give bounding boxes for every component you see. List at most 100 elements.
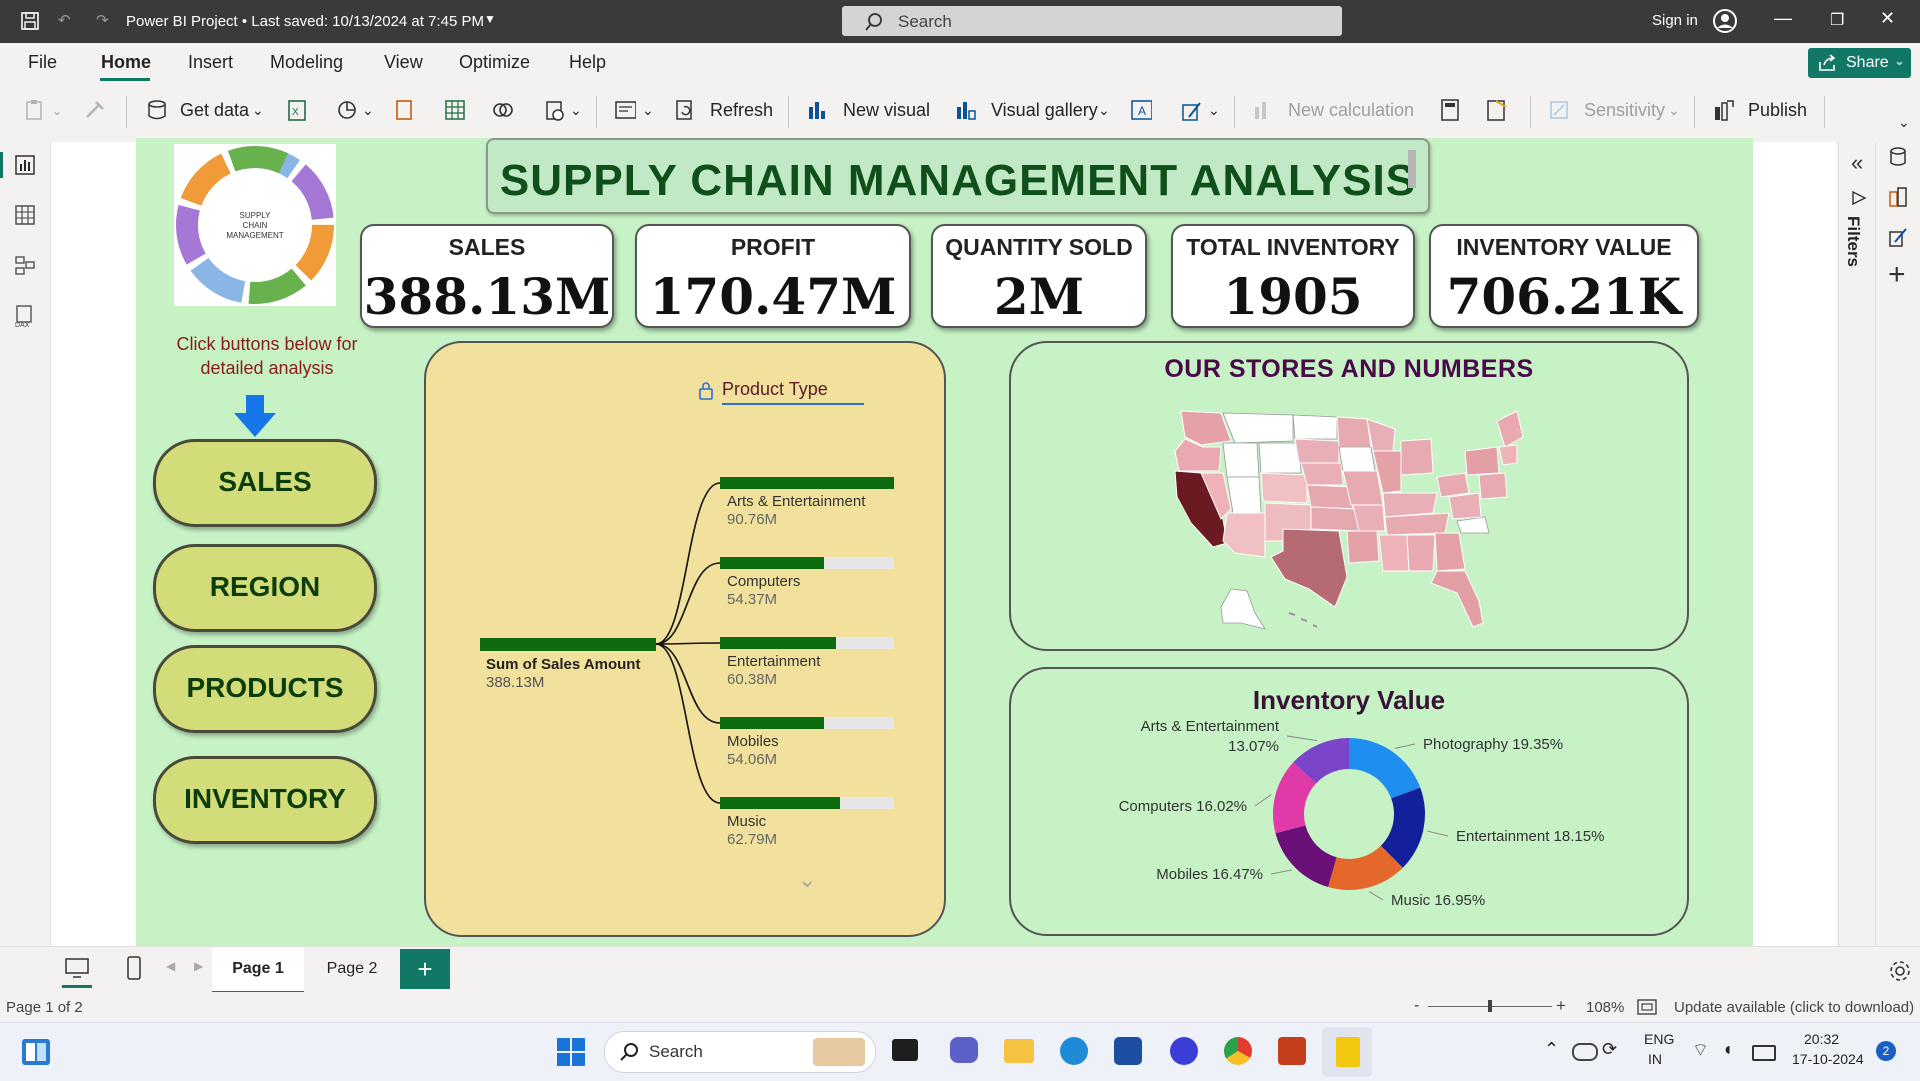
table-view-icon[interactable] [14, 204, 36, 226]
get-data-chevron-icon[interactable]: ⌄ [252, 102, 264, 119]
zoom-in-icon[interactable]: + [1556, 996, 1566, 1016]
close-icon[interactable]: ✕ [1880, 8, 1895, 29]
products-nav-button[interactable]: PRODUCTS [153, 645, 377, 733]
prev-page-icon[interactable]: ◀ [166, 959, 175, 973]
share-button[interactable]: Share ⌄ [1808, 48, 1911, 78]
app-launcher-icon[interactable] [1170, 1037, 1198, 1065]
excel-icon[interactable]: X [286, 99, 308, 121]
more-visuals-chevron-icon[interactable]: ⌄ [1208, 102, 1220, 119]
recent-sources-icon[interactable] [492, 99, 514, 121]
decomposition-bar-track[interactable] [720, 477, 894, 489]
refresh-icon[interactable] [674, 99, 696, 121]
menu-optimize[interactable]: Optimize [459, 52, 530, 73]
format-pane-icon[interactable] [1887, 226, 1909, 248]
title-dropdown-icon[interactable]: ▼ [484, 12, 496, 26]
dax-query-view-icon[interactable]: DAX [14, 304, 36, 328]
dataverse-icon[interactable] [394, 99, 416, 121]
teams-icon[interactable] [950, 1037, 978, 1063]
filter-funnel-icon[interactable] [1851, 190, 1867, 206]
new-visual-button[interactable]: New visual [843, 100, 930, 121]
account-icon[interactable] [1712, 8, 1738, 34]
onelake-chevron-icon[interactable]: ⌄ [362, 102, 374, 119]
donut-slice[interactable] [1349, 738, 1421, 799]
quick-measure-icon[interactable] [1486, 99, 1508, 121]
inventory-value-donut-visual[interactable]: Inventory Value Photography 19.35% Entert… [1009, 667, 1689, 936]
ribbon-collapse-icon[interactable]: ⌄ [1898, 114, 1910, 131]
format-painter-icon[interactable] [84, 99, 106, 121]
undo-icon[interactable]: ↶ [58, 11, 71, 29]
update-available-link[interactable]: Update available (click to download) [1674, 999, 1914, 1016]
decomposition-bar-track[interactable] [720, 797, 894, 809]
donut-chart[interactable]: Photography 19.35% Entertainment 18.15% Mu… [1011, 669, 1687, 934]
sales-nav-button[interactable]: SALES [153, 439, 377, 527]
collapse-filters-icon[interactable]: « [1851, 150, 1863, 176]
powerpoint-icon[interactable] [1278, 1037, 1306, 1065]
chrome-icon[interactable] [1224, 1037, 1252, 1065]
transform-chevron-icon[interactable]: ⌄ [570, 102, 582, 119]
sync-icon[interactable]: ⟳ [1602, 1039, 1617, 1060]
store-icon[interactable] [1114, 1037, 1142, 1065]
redo-icon[interactable]: ↷ [96, 11, 109, 29]
more-visuals-icon[interactable] [1180, 99, 1202, 121]
menu-modeling[interactable]: Modeling [270, 52, 343, 73]
minimize-icon[interactable]: — [1774, 8, 1792, 29]
us-states-filled-map[interactable] [1161, 401, 1541, 641]
paste-chevron-icon[interactable]: ⌄ [52, 104, 62, 118]
decomposition-bar-track[interactable] [720, 557, 894, 569]
text-box-chevron-icon[interactable]: ⌄ [642, 102, 654, 119]
zoom-slider-thumb[interactable] [1488, 1000, 1492, 1012]
get-data-button[interactable]: Get data [180, 100, 249, 121]
page-tab-1[interactable]: Page 1 [212, 947, 304, 994]
edge-icon[interactable] [1060, 1037, 1088, 1065]
donut-slice[interactable] [1275, 825, 1337, 888]
page-tab-2[interactable]: Page 2 [306, 947, 398, 991]
next-page-icon[interactable]: ▶ [194, 959, 203, 973]
notification-badge[interactable]: 2 [1876, 1041, 1896, 1061]
new-visual-icon[interactable] [806, 99, 828, 121]
visual-gallery-icon[interactable] [954, 99, 976, 121]
data-pane-icon[interactable] [1887, 146, 1909, 168]
language-top[interactable]: ENG [1644, 1031, 1674, 1047]
add-page-button[interactable]: + [400, 949, 450, 989]
windows-start-icon[interactable] [556, 1037, 586, 1067]
battery-icon[interactable] [1752, 1045, 1776, 1061]
decomposition-bar-track[interactable] [720, 717, 894, 729]
wifi-icon[interactable]: ⌔ [1692, 1039, 1709, 1062]
menu-file[interactable]: File [28, 52, 57, 73]
model-view-icon[interactable] [14, 254, 36, 276]
onedrive-icon[interactable] [1572, 1043, 1598, 1061]
tray-chevron-icon[interactable]: ⌃ [1544, 1039, 1559, 1060]
report-view-icon[interactable] [14, 154, 36, 176]
task-view-icon[interactable] [892, 1039, 918, 1061]
search-box[interactable]: Search [842, 6, 1342, 36]
decomposition-tree-visual[interactable]: Product Type Sum of Sales Amount 388.13M… [424, 341, 946, 937]
taskbar-search-box[interactable]: Search [604, 1031, 876, 1073]
visual-gallery-chevron-icon[interactable]: ⌄ [1098, 102, 1110, 119]
powerbi-taskbar-item[interactable] [1322, 1027, 1372, 1077]
language-bottom[interactable]: IN [1648, 1051, 1662, 1067]
text-box-icon[interactable] [614, 99, 636, 121]
clock-date[interactable]: 17-10-2024 [1792, 1051, 1864, 1067]
stores-map-visual[interactable]: OUR STORES AND NUMBERS [1009, 341, 1689, 651]
inventory-nav-button[interactable]: INVENTORY [153, 756, 377, 844]
menu-insert[interactable]: Insert [188, 52, 233, 73]
calculator-icon[interactable] [1440, 99, 1462, 121]
settings-gear-icon[interactable] [1888, 959, 1912, 983]
volume-icon[interactable]: ◖ [1722, 1039, 1733, 1060]
filters-pane-label[interactable]: Filters [1843, 216, 1863, 267]
table-icon[interactable] [444, 99, 466, 121]
scroll-down-chevron-icon[interactable]: ⌄ [798, 867, 816, 893]
mobile-layout-icon[interactable] [126, 955, 142, 981]
clock-time[interactable]: 20:32 [1804, 1031, 1839, 1047]
zoom-level[interactable]: 108% [1586, 999, 1624, 1016]
region-nav-button[interactable]: REGION [153, 544, 377, 632]
visual-gallery-button[interactable]: Visual gallery [991, 100, 1098, 121]
fit-to-page-icon[interactable] [1636, 998, 1658, 1016]
save-icon[interactable] [20, 11, 40, 31]
publish-button[interactable]: Publish [1748, 100, 1807, 121]
widgets-icon[interactable] [20, 1037, 52, 1067]
onelake-icon[interactable] [336, 99, 358, 121]
file-explorer-icon[interactable] [1004, 1039, 1034, 1063]
restore-icon[interactable]: ❐ [1830, 10, 1844, 30]
desktop-layout-icon[interactable] [64, 957, 90, 979]
